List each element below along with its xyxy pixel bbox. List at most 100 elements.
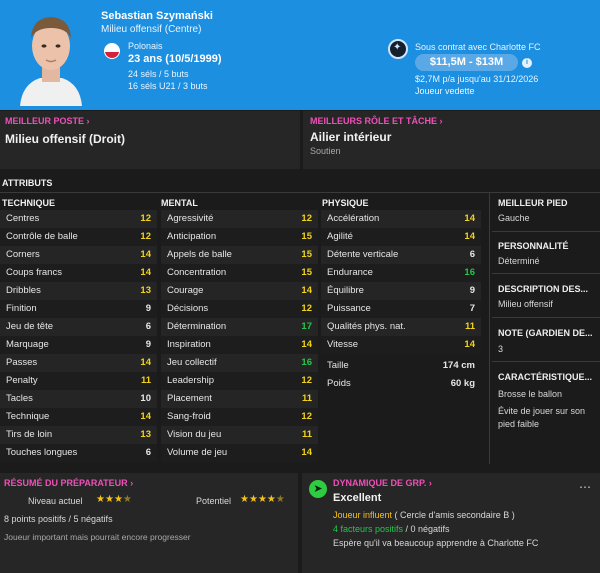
attribute-name: Équilibre [327,285,364,296]
attribute-row[interactable]: Technique 14 [0,408,157,426]
attribute-name: Leadership [167,375,215,386]
attribute-value: 16 [301,357,312,368]
note-value: 3 [498,344,504,354]
nationality[interactable]: Polonais [128,41,163,51]
attribute-value: 14 [464,213,475,224]
attribute-row[interactable]: Puissance 7 [321,300,481,318]
attributes-title: ATTRIBUTS [2,178,53,188]
attribute-row[interactable]: Équilibre 9 [321,282,481,300]
star-icon: ★ [122,494,132,505]
divider [492,231,600,232]
attribute-row[interactable]: Centres 12 [0,210,157,228]
attribute-value: 9 [145,339,151,350]
attribute-value: 12 [301,213,312,224]
attribute-row[interactable]: Concentration 15 [161,264,318,282]
attribute-row[interactable]: Marquage 9 [0,336,157,354]
factors-line: 4 facteurs positifs / 0 négatifs [333,524,450,534]
attribute-value: 7 [469,303,475,314]
attribute-row[interactable]: Sang-froid 12 [161,408,318,426]
attribute-row[interactable]: Détente verticale 6 [321,246,481,264]
best-position-title[interactable]: MEILLEUR POSTE › [5,116,90,126]
attribute-name: Anticipation [167,231,217,242]
divider [492,361,600,362]
personality-value: Déterminé [498,256,540,266]
attribute-row[interactable]: Corners 14 [0,246,157,264]
attribute-name: Qualités phys. nat. [327,321,406,332]
attribute-row[interactable]: Placement 11 [161,390,318,408]
hope-line: Espère qu'il va beaucoup apprendre à Cha… [333,538,539,548]
attribute-value: 14 [464,231,475,242]
dynamics-value: Excellent [333,492,382,504]
attribute-name: Inspiration [167,339,211,350]
personality-title: PERSONNALITÉ [498,241,569,251]
attribute-value: 14 [464,339,475,350]
attribute-row[interactable]: Contrôle de balle 12 [0,228,157,246]
attribute-row[interactable]: Jeu de tête 6 [0,318,157,336]
value-badge: $11,5M - $13M [415,54,518,71]
club-crest-icon[interactable] [388,39,408,59]
dynamics-title[interactable]: DYNAMIQUE DE GRP. › [333,478,432,488]
attribute-name: Puissance [327,303,371,314]
attribute-value: 12 [140,213,151,224]
attribute-name: Marquage [6,339,49,350]
coach-report-title[interactable]: RÉSUMÉ DU PRÉPARATEUR › [4,478,133,488]
attribute-value: 12 [301,375,312,386]
attribute-name: Technique [6,411,50,422]
attribute-row[interactable]: Inspiration 14 [161,336,318,354]
attribute-row[interactable]: Agressivité 12 [161,210,318,228]
attribute-name: Jeu collectif [167,357,217,368]
attribute-row[interactable]: Vitesse 14 [321,336,481,354]
attribute-value: 14 [140,357,151,368]
divider [492,317,600,318]
more-options-icon[interactable]: ⋯ [579,480,592,494]
trait-item: Évite de jouer sur son pied faible [498,406,586,429]
attribute-row[interactable]: Tirs de loin 13 [0,426,157,444]
dynamics-panel [302,473,600,573]
attribute-name: Concentration [167,267,227,278]
attribute-row[interactable]: Appels de balle 15 [161,246,318,264]
attribute-row[interactable]: Passes 14 [0,354,157,372]
attribute-name: Placement [167,393,212,404]
attribute-row[interactable]: Penalty 11 [0,372,157,390]
attribute-row[interactable]: Endurance 16 [321,264,481,282]
current-ability-stars: ★★★★ [96,494,132,505]
attribute-value: 13 [140,429,151,440]
attribute-row[interactable]: Décisions 12 [161,300,318,318]
attribute-row[interactable]: Agilité 14 [321,228,481,246]
attribute-name: Volume de jeu [167,447,228,458]
attribute-name: Touches longues [6,447,78,458]
attribute-row[interactable]: Jeu collectif 16 [161,354,318,372]
player-photo [14,6,88,106]
attribute-row[interactable]: Dribbles 13 [0,282,157,300]
star-icon: ★ [96,494,105,505]
info-icon[interactable]: i [522,58,532,68]
best-role-title[interactable]: MEILLEURS RÔLE ET TÂCHE › [310,116,443,126]
attribute-row[interactable]: Vision du jeu 11 [161,426,318,444]
attribute-row[interactable]: Courage 14 [161,282,318,300]
divider [0,192,600,193]
player-status: Joueur vedette [415,86,475,96]
attribute-value: 14 [301,447,312,458]
attribute-row[interactable]: Accélération 14 [321,210,481,228]
star-icon: ★ [240,494,249,505]
attribute-row[interactable]: Volume de jeu 14 [161,444,318,462]
attribute-value: 15 [301,231,312,242]
attribute-row[interactable]: Coups francs 14 [0,264,157,282]
best-role-duty: Soutien [310,146,341,156]
attribute-name: Coups francs [6,267,62,278]
attribute-value: 9 [145,303,151,314]
attribute-row[interactable]: Touches longues 6 [0,444,157,462]
attribute-name: Dribbles [6,285,41,296]
attribute-row[interactable]: Qualités phys. nat. 11 [321,318,481,336]
attribute-value: 16 [464,267,475,278]
contract-club[interactable]: Sous contrat avec Charlotte FC [415,42,541,52]
attribute-row[interactable]: Anticipation 15 [161,228,318,246]
description-title: DESCRIPTION DES... [498,284,589,294]
attribute-row[interactable]: Finition 9 [0,300,157,318]
attribute-row[interactable]: Leadership 12 [161,372,318,390]
attribute-row[interactable]: Détermination 17 [161,318,318,336]
attribute-row[interactable]: Tacles 10 [0,390,157,408]
attribute-value: 14 [140,267,151,278]
star-icon: ★ [266,494,276,505]
attribute-value: 12 [301,411,312,422]
